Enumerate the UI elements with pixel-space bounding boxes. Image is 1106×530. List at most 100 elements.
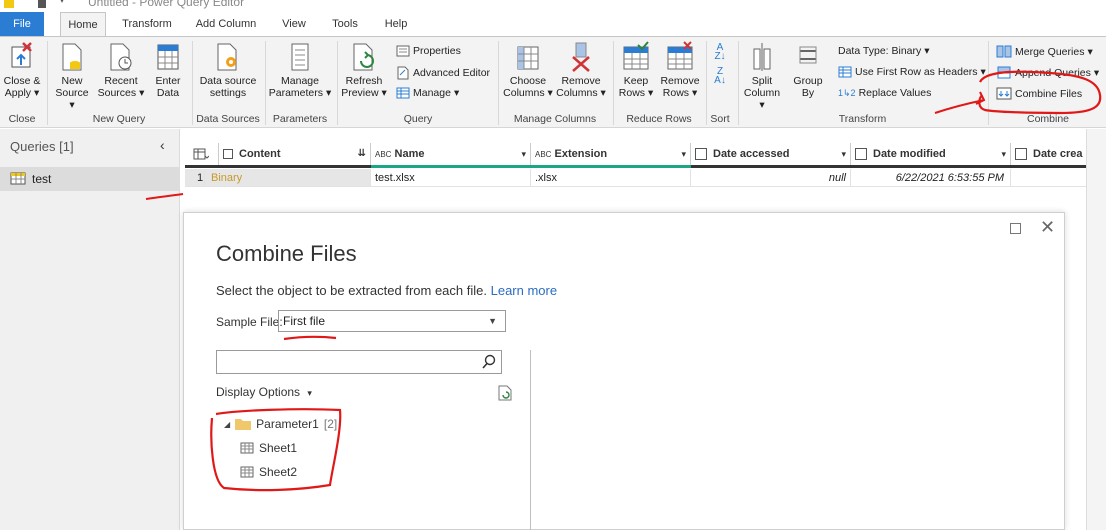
enter-data-button[interactable]: Enter Data [150, 41, 186, 99]
sample-file-value: First file [283, 314, 325, 328]
recent-sources-icon [110, 43, 132, 71]
tab-tools[interactable]: Tools [325, 12, 365, 36]
binary-type-icon [223, 149, 233, 159]
dialog-description: Select the object to be extracted from e… [216, 283, 557, 298]
maximize-icon[interactable] [1010, 223, 1021, 234]
datetime-type-icon [855, 148, 867, 160]
tab-view[interactable]: View [276, 12, 312, 36]
keep-rows-button[interactable]: Keep Rows ▾ [616, 41, 656, 99]
group-label-query: Query [403, 113, 433, 125]
chevron-down-icon: ▾ [307, 388, 312, 398]
use-first-row-button[interactable]: Use First Row as Headers ▾ [838, 66, 986, 78]
use-first-row-icon [838, 66, 852, 78]
column-header-extension[interactable]: ABC Extension ▾ [531, 143, 691, 165]
column-header-date-accessed-label: Date accessed [713, 148, 790, 160]
query-settings-collapsed[interactable] [1086, 129, 1106, 530]
column-name-type-icon: ABC [375, 150, 392, 159]
split-column-button[interactable]: Split Column ▾ [740, 41, 784, 111]
save-icon[interactable] [38, 0, 46, 8]
cell-extension[interactable]: .xlsx [531, 169, 691, 187]
tree-item-parameter1[interactable]: ◢ Parameter1 [2] [224, 417, 337, 431]
column-header-date-modified[interactable]: Date modified ▾ [851, 143, 1011, 165]
group-label-parameters: Parameters [272, 113, 328, 125]
tree-item-sheet1[interactable]: Sheet1 [240, 441, 297, 455]
remove-columns-label-2: Columns [556, 87, 598, 99]
column-extension-type-icon: ABC [535, 150, 552, 159]
expand-triangle-icon[interactable]: ◢ [224, 420, 230, 429]
row-index: 1 [185, 169, 205, 187]
quick-access-dropdown-icon[interactable]: ▾ [60, 0, 68, 8]
title-bar: ▾ Untitled - Power Query Editor [0, 0, 1106, 12]
table-menu-button[interactable] [185, 143, 219, 165]
group-label-transform: Transform [838, 113, 887, 125]
split-column-label-2: Column [743, 87, 781, 99]
query-item-test[interactable]: test [0, 167, 180, 191]
remove-columns-button[interactable]: Remove Columns ▾ [556, 41, 606, 99]
tree-item-sheet2[interactable]: Sheet2 [240, 465, 297, 479]
combine-files-button[interactable]: Combine Files [996, 87, 1082, 100]
column-name-filter-icon[interactable]: ▾ [521, 143, 526, 165]
advanced-editor-label: Advanced Editor [413, 67, 491, 79]
group-label-close: Close [8, 113, 36, 125]
column-header-date-created[interactable]: Date crea [1011, 143, 1086, 165]
advanced-editor-button[interactable]: Advanced Editor [396, 66, 490, 80]
data-source-settings-button[interactable]: Data source settings [196, 41, 260, 99]
tab-help[interactable]: Help [378, 12, 414, 36]
refresh-icon[interactable] [498, 385, 512, 401]
column-date-modified-filter-icon[interactable]: ▾ [1001, 143, 1006, 165]
data-grid: Content ⇊ ABC Name ▾ ABC Extension ▾ Dat… [181, 139, 1086, 189]
new-source-button[interactable]: New Source ▾ [52, 41, 92, 111]
sort-descending-button[interactable]: Z A↓ [712, 67, 728, 86]
datetime-type-icon [1015, 148, 1027, 160]
group-by-button[interactable]: Group By [790, 41, 826, 99]
display-options-dropdown[interactable]: Display Options ▾ [216, 385, 312, 399]
sort-ascending-button[interactable]: A Z↓ [712, 43, 728, 62]
append-queries-button[interactable]: Append Queries ▾ [996, 66, 1099, 79]
refresh-preview-label-2: Preview [341, 87, 379, 99]
column-extension-filter-icon[interactable]: ▾ [681, 143, 686, 165]
tree-item-sheet2-label: Sheet2 [259, 465, 298, 479]
refresh-preview-icon [353, 43, 374, 71]
close-icon[interactable]: ✕ [1040, 217, 1055, 238]
column-content-filter-icon[interactable]: ⇊ [358, 143, 366, 165]
cell-name[interactable]: test.xlsx [371, 169, 531, 187]
manage-parameters-button[interactable]: Manage Parameters ▾ [268, 41, 332, 99]
cell-date-created[interactable] [1011, 169, 1086, 187]
cell-date-accessed[interactable]: null [691, 169, 851, 187]
datetime-type-icon [695, 148, 707, 160]
pane-divider[interactable] [530, 350, 531, 530]
refresh-preview-button[interactable]: Refresh Preview ▾ [340, 41, 388, 99]
new-source-label-1: New [61, 75, 83, 87]
sample-file-label: Sample File: [216, 315, 283, 329]
tab-home[interactable]: Home [60, 12, 106, 37]
collapse-pane-icon[interactable]: ‹ [160, 137, 165, 153]
column-header-name[interactable]: ABC Name ▾ [371, 143, 531, 165]
ribbon: Close & Apply ▾ Close New Source ▾ Recen… [0, 36, 1106, 128]
cell-content[interactable]: Binary [205, 169, 371, 187]
search-input[interactable] [216, 350, 502, 374]
replace-values-button[interactable]: 1↳2 Replace Values [838, 87, 931, 99]
data-type-dropdown[interactable]: Data Type: Binary ▾ [838, 45, 930, 57]
folder-icon [235, 419, 252, 430]
column-header-content[interactable]: Content ⇊ [219, 143, 371, 165]
properties-button[interactable]: Properties [396, 45, 461, 57]
close-apply-button[interactable]: Close & Apply ▾ [2, 41, 42, 99]
cell-date-modified[interactable]: 6/22/2021 6:53:55 PM [851, 169, 1011, 187]
sample-file-select[interactable]: First file ▼ [278, 310, 506, 332]
recent-sources-button[interactable]: Recent Sources ▾ [96, 41, 146, 99]
manage-button[interactable]: Manage ▾ [396, 87, 459, 99]
replace-values-label: Replace Values [858, 87, 932, 99]
column-header-date-accessed[interactable]: Date accessed ▾ [691, 143, 851, 165]
column-header-extension-label: Extension [554, 148, 608, 160]
merge-queries-button[interactable]: Merge Queries ▾ [996, 45, 1093, 58]
group-by-label-1: Group [793, 75, 823, 87]
group-label-data-sources: Data Sources [196, 113, 260, 125]
learn-more-link[interactable]: Learn more [491, 283, 557, 298]
remove-rows-button[interactable]: Remove Rows ▾ [660, 41, 700, 99]
choose-columns-button[interactable]: Choose Columns ▾ [500, 41, 556, 99]
tab-transform[interactable]: Transform [116, 12, 178, 36]
chevron-down-icon: ▼ [488, 316, 497, 326]
tab-add-column[interactable]: Add Column [190, 12, 262, 36]
column-date-accessed-filter-icon[interactable]: ▾ [841, 143, 846, 165]
tab-file[interactable]: File [0, 12, 44, 36]
